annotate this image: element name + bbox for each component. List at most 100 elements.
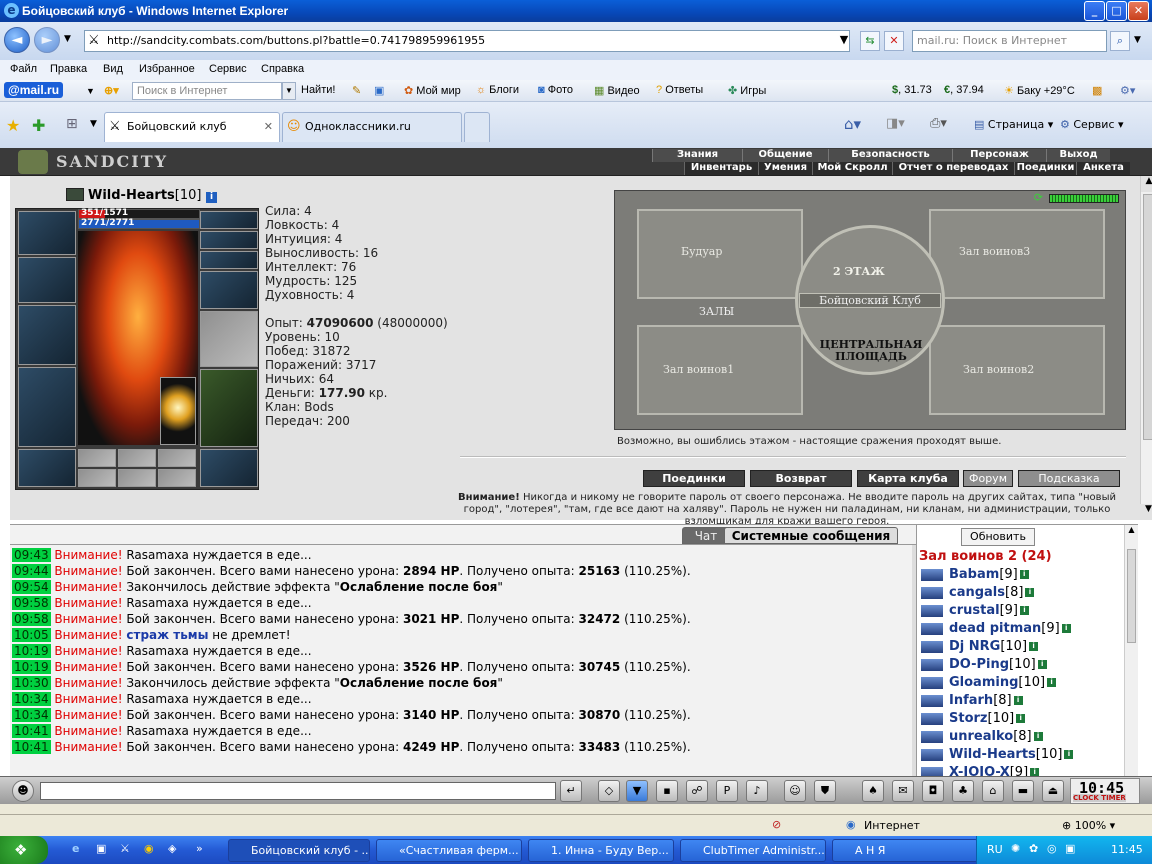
new-tab-button[interactable] (464, 112, 490, 142)
task-music[interactable]: 1. Инна - Буду Вер... (528, 839, 674, 862)
menu-tools[interactable]: Сервис (209, 63, 247, 75)
info-icon[interactable]: i (1013, 696, 1023, 705)
userlist-scroll-up[interactable]: ▲ (1125, 525, 1138, 539)
refresh-icon[interactable]: ⇆ (860, 31, 880, 51)
pencil-icon[interactable]: ✎ (352, 84, 361, 97)
menu-file[interactable]: Файл (10, 63, 37, 75)
quicklaunch-app-icon[interactable]: ◈ (168, 842, 176, 855)
mailru-search-input[interactable]: Поиск в Интернет (132, 82, 282, 100)
sound-icon[interactable]: ♪ (746, 780, 768, 802)
tab-fight-club[interactable]: ⚔ Бойцовский клуб ✕ (104, 112, 280, 142)
belt-slot[interactable] (18, 449, 76, 487)
ts-text[interactable]: 10:41 (12, 724, 51, 738)
tray-icon-2[interactable]: ✿ (1029, 842, 1038, 855)
weather[interactable]: ☀ Баку +29°C (1004, 84, 1075, 97)
private-icon[interactable]: P (716, 780, 738, 802)
toolbar-widget-icon[interactable]: ▩ (1092, 84, 1102, 97)
info-icon[interactable]: i (1064, 750, 1074, 759)
page-menu[interactable]: ▤ Страница ▾ (974, 118, 1053, 131)
info-icon[interactable]: i (1047, 678, 1057, 687)
filter-icon[interactable]: ▼ (626, 780, 648, 802)
potion-slot-2[interactable] (118, 469, 156, 487)
photo-link[interactable]: ◙ Фото (538, 84, 573, 96)
user-name[interactable]: Infarh (949, 693, 993, 708)
helmet-slot[interactable] (18, 211, 76, 255)
user-name[interactable]: Wild-Hearts (949, 747, 1036, 762)
task-anya[interactable]: А Н Я (832, 839, 978, 862)
submenu-inventory[interactable]: Инвентарь (684, 162, 758, 175)
user-name[interactable]: cangals (949, 585, 1005, 600)
menu-edit[interactable]: Правка (50, 63, 87, 75)
gloves-slot[interactable] (200, 271, 258, 309)
tray-clock[interactable]: 11:45 (1111, 843, 1143, 856)
address-field[interactable]: ⚔ http://sandcity.combats.com/buttons.pl… (84, 30, 850, 52)
info-icon[interactable]: i (1061, 624, 1071, 633)
stop-icon[interactable]: ✕ (884, 31, 904, 51)
tray-icon-3[interactable]: ◎ (1047, 842, 1057, 855)
character-nick[interactable]: Wild-Hearts[10] i (88, 188, 218, 203)
user-name[interactable]: unrealko (949, 729, 1013, 744)
submenu-duels[interactable]: Поединки (1014, 162, 1076, 175)
system-messages-tab[interactable]: Системные сообщения (724, 527, 898, 544)
mailru-search-icon[interactable]: ⊕▾ (104, 84, 119, 97)
club-map-button[interactable]: Карта клуба (857, 470, 959, 487)
mailru-search-dropdown[interactable]: ▼ (282, 82, 296, 100)
home-icon[interactable]: ⌂▾ (844, 115, 861, 133)
scroll-thumb[interactable] (1143, 194, 1152, 440)
private-message-icon[interactable] (921, 730, 943, 743)
bracer-slot[interactable] (18, 257, 76, 303)
chat-input[interactable] (40, 782, 556, 800)
user-list-item[interactable]: Infarh[8] i (921, 693, 1023, 708)
refresh-button[interactable]: Обновить (961, 528, 1035, 546)
helmet-icon[interactable]: ⛊ (814, 780, 836, 802)
userlist-scroll-thumb[interactable] (1127, 549, 1136, 643)
minimize-button[interactable]: _ (1084, 1, 1105, 21)
armor-slot[interactable] (18, 367, 76, 447)
user-name[interactable]: X-JOJO-X (949, 765, 1010, 776)
tray-icon-4[interactable]: ▣ (1065, 842, 1075, 855)
toolbar-settings-icon[interactable]: ⚙▾ (1120, 84, 1135, 97)
ts-text[interactable]: 09:58 (12, 612, 51, 626)
user-list-item[interactable]: Dj NRG[10] i (921, 639, 1039, 654)
video-link[interactable]: ▦ Видео (594, 84, 640, 97)
submenu-profile[interactable]: Анкета (1076, 162, 1130, 175)
private-message-icon[interactable] (921, 640, 943, 653)
ts-text[interactable]: 10:34 (12, 708, 51, 722)
private-message-icon[interactable] (921, 694, 943, 707)
feeds-icon[interactable]: ◨▾ (886, 116, 905, 131)
info-icon[interactable]: i (1029, 642, 1039, 651)
amulet-slot[interactable] (200, 231, 258, 249)
user-name[interactable]: Babam (949, 567, 999, 582)
scroll-icon[interactable]: ✉ (892, 780, 914, 802)
user-name[interactable]: Storz (949, 711, 988, 726)
user-list-item[interactable]: Wild-Hearts[10] i (921, 747, 1074, 762)
private-message-icon[interactable] (921, 676, 943, 689)
ts-text[interactable]: 10:05 (12, 628, 51, 642)
forum-button[interactable]: Форум (963, 470, 1013, 487)
return-button[interactable]: Возврат (750, 470, 852, 487)
games-link[interactable]: ✤ Игры (728, 84, 766, 97)
user-list-item[interactable]: Babam[9] i (921, 567, 1029, 582)
potion-icon[interactable]: ♠ (862, 780, 884, 802)
private-message-icon[interactable] (921, 748, 943, 761)
close-button[interactable]: ✕ (1128, 1, 1149, 21)
private-message-icon[interactable] (921, 568, 943, 581)
boots-slot[interactable] (200, 449, 258, 487)
ts-text[interactable]: 09:43 (12, 548, 51, 562)
answers-link[interactable]: ? Ответы (656, 84, 703, 96)
forward-button[interactable]: ► (34, 27, 60, 53)
eraser-icon[interactable]: ◇ (598, 780, 620, 802)
user-list-item[interactable]: cangals[8] i (921, 585, 1035, 600)
tab-close-icon[interactable]: ✕ (264, 113, 273, 141)
menu-communication[interactable]: Общение (742, 149, 828, 162)
add-favorite-icon[interactable]: ✚ (32, 116, 45, 135)
ts-text[interactable]: 10:19 (12, 660, 51, 674)
user-list-item[interactable]: X-JOJO-X[9] i (921, 765, 1040, 776)
room-hall1[interactable]: Зал воинов1 (637, 325, 803, 415)
central-square-label[interactable]: ЦЕНТРАЛЬНАЯ ПЛОЩАДЬ (811, 339, 931, 363)
private-message-icon[interactable] (921, 658, 943, 671)
menu-help[interactable]: Справка (261, 63, 304, 75)
fight-club-label[interactable]: Бойцовский Клуб (799, 293, 941, 308)
user-list-item[interactable]: DO-Ping[10] i (921, 657, 1047, 672)
tools-menu[interactable]: ⚙ Сервис ▾ (1060, 118, 1124, 131)
